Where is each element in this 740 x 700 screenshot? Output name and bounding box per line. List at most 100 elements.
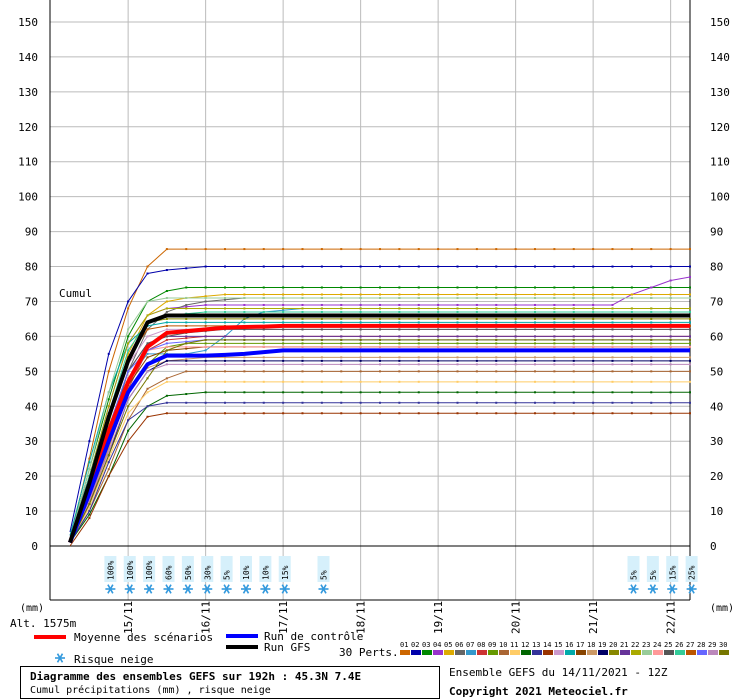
member-point [262, 391, 265, 394]
member-point [475, 342, 478, 345]
pert-swatch [510, 650, 520, 655]
member-point [340, 335, 343, 338]
member-point [204, 295, 207, 298]
member-point [592, 328, 595, 331]
member-point [592, 391, 595, 394]
member-point [146, 391, 149, 394]
member-point [185, 345, 188, 348]
snowflake-icon [105, 584, 116, 594]
member-point [417, 335, 420, 338]
member-point [262, 265, 265, 268]
member-point [650, 342, 653, 345]
member-point [243, 359, 246, 362]
member-point [592, 317, 595, 320]
pert-number: 24 [653, 641, 661, 649]
member-point [224, 370, 226, 373]
member-point [282, 321, 285, 324]
member-point [282, 317, 285, 320]
member-point [301, 265, 304, 268]
ensemble-chart: 0102030405060708090100110120130140150 01… [10, 0, 734, 666]
member-point [224, 363, 226, 366]
member-point [320, 296, 323, 299]
member-point [398, 363, 401, 366]
member-point [379, 296, 381, 299]
member-point [611, 248, 614, 251]
member-point [359, 335, 362, 338]
member-point [630, 248, 633, 251]
member-point [417, 338, 420, 341]
member-point [553, 342, 556, 345]
member-point [592, 363, 595, 366]
member-point [146, 356, 149, 359]
member-point [359, 359, 362, 362]
pert-swatch [521, 650, 531, 655]
member-point [437, 296, 440, 299]
member-point [650, 286, 653, 289]
snow-risk-panel: 100% 100% 100% 60% 50% 30% 5% 10% 10% 15% 5% 5% 5% 15… [104, 556, 698, 594]
member-point [359, 345, 362, 348]
member-point [398, 328, 401, 331]
member-point [398, 293, 401, 296]
member-point [340, 296, 343, 299]
member-point [456, 380, 459, 383]
member-point [689, 338, 691, 341]
y-tick-label: 20 [710, 470, 723, 483]
member-point [669, 328, 672, 331]
member-point [630, 293, 633, 296]
member-point [340, 310, 343, 313]
copyright: Copyright 2021 Meteociel.fr [449, 685, 628, 698]
member-line [69, 402, 690, 543]
member-point [340, 359, 343, 362]
member-point [340, 293, 343, 296]
snow-risk-label: 100% [126, 561, 135, 580]
member-point [437, 307, 440, 310]
member-point [417, 248, 420, 251]
member-line [69, 356, 690, 543]
member-point [301, 363, 304, 366]
member-point [243, 370, 246, 373]
member-point [262, 338, 265, 341]
member-point [456, 321, 459, 324]
member-point [127, 370, 130, 373]
member-point [553, 380, 556, 383]
pert-number: 09 [488, 641, 496, 649]
member-point [689, 310, 691, 313]
member-point [475, 391, 478, 394]
member-point [243, 380, 246, 383]
pert-swatch [433, 650, 443, 655]
member-point [88, 513, 91, 516]
pert-number: 29 [708, 641, 716, 649]
y-tick-label: 30 [25, 435, 38, 448]
member-point [127, 429, 130, 432]
member-point [359, 307, 362, 310]
member-point [437, 293, 440, 296]
member-point [456, 286, 459, 289]
member-point [437, 356, 440, 359]
member-point [359, 328, 362, 331]
member-point [495, 345, 498, 348]
pert-swatch [543, 650, 553, 655]
member-point [224, 296, 226, 299]
member-point [534, 303, 536, 306]
member-point [224, 298, 226, 301]
member-point [282, 391, 285, 394]
member-point [495, 359, 498, 362]
member-point [107, 454, 110, 457]
member-point [204, 317, 207, 320]
member-point [340, 328, 343, 331]
member-point [185, 321, 188, 324]
member-point [514, 342, 517, 345]
member-point [359, 356, 362, 359]
snow-risk-label: 100% [145, 561, 154, 580]
member-point [417, 265, 420, 268]
member-point [592, 321, 595, 324]
member-point [243, 317, 246, 320]
perturbation-legend: 01 02 03 04 05 06 07 08 09 10 11 12 13 14 15 16 17 18 19 20… [400, 641, 729, 655]
member-point [475, 401, 478, 404]
member-point [611, 296, 614, 299]
pert-swatch [499, 650, 509, 655]
y-tick-label: 110 [710, 156, 730, 169]
snowflake-icon [318, 584, 329, 594]
member-point [320, 317, 323, 320]
member-point [437, 303, 440, 306]
